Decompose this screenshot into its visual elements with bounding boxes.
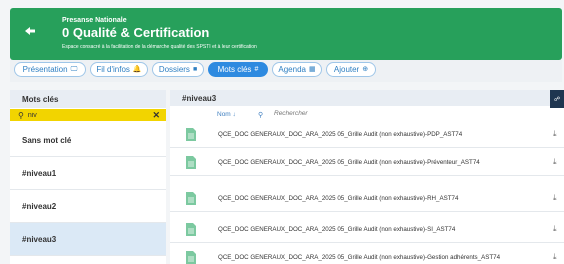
sort-search-bar: Nom ↓ ⚲ bbox=[170, 109, 564, 121]
file-row[interactable]: QCE_DOC GENERAUX_DOC_ARA_2025 05_Grille … bbox=[170, 217, 564, 243]
search-icon: ⚲ bbox=[258, 112, 264, 119]
sidebar-item-label: Sans mot clé bbox=[22, 135, 72, 145]
organization-name: Presanse Nationale bbox=[62, 17, 127, 24]
clear-search-icon[interactable]: ✕ bbox=[152, 110, 160, 121]
calendar-icon: ▦ bbox=[308, 66, 316, 73]
file-name[interactable]: QCE_DOC GENERAUX_DOC_ARA_2025 05_Grille … bbox=[218, 254, 500, 261]
tab-label: Agenda bbox=[278, 65, 306, 74]
tab-label: Ajouter bbox=[333, 65, 360, 74]
download-icon[interactable]: ⤓ bbox=[553, 193, 557, 203]
sort-by-name-button[interactable]: Nom ↓ bbox=[217, 111, 236, 118]
file-name[interactable]: QCE_DOC GENERAUX_DOC_ARA_2025 05_Grille … bbox=[218, 159, 480, 166]
plus-circle-icon: ⊕ bbox=[362, 66, 369, 73]
keyword-search-bar: ⚲ ✕ bbox=[10, 109, 166, 121]
monitor-icon: 🖵 bbox=[70, 66, 78, 73]
tab-label: Mots clés bbox=[217, 65, 252, 74]
file-row[interactable]: QCE_DOC GENERAUX_DOC_ARA_2025 05_Grille … bbox=[170, 186, 564, 212]
sidebar-title: Mots clés bbox=[10, 90, 166, 108]
link-icon[interactable]: ☍ bbox=[550, 90, 564, 108]
bell-icon: 🔔 bbox=[132, 66, 142, 73]
hash-icon: # bbox=[254, 66, 259, 73]
sidebar-item-niveau1[interactable]: #niveau1 bbox=[10, 157, 166, 190]
file-search-input[interactable] bbox=[274, 110, 394, 117]
search-icon: ⚲ bbox=[18, 110, 24, 120]
page-title: 0 Qualité & Certification bbox=[62, 25, 210, 40]
app-header: Presanse Nationale 0 Qualité & Certifica… bbox=[10, 8, 562, 60]
document-icon bbox=[186, 223, 196, 236]
tab-mots-cles[interactable]: Mots clés # bbox=[208, 62, 268, 77]
keyword-search-input[interactable] bbox=[27, 111, 153, 119]
file-name[interactable]: QCE_DOC GENERAUX_DOC_ARA_2025 05_Grille … bbox=[218, 131, 462, 138]
download-icon[interactable]: ⤓ bbox=[553, 224, 557, 234]
sidebar-item-label: #niveau3 bbox=[22, 234, 57, 244]
tab-label: Fil d'infos bbox=[96, 65, 130, 74]
file-list-panel: #niveau3 ☍ Nom ↓ ⚲ QCE_DOC GENERAUX_DOC_… bbox=[170, 90, 564, 264]
sidebar-item-label: #niveau2 bbox=[22, 201, 57, 211]
tab-fil-infos[interactable]: Fil d'infos 🔔 bbox=[90, 62, 148, 77]
tab-presentation[interactable]: Présentation 🖵 bbox=[14, 62, 86, 77]
tab-label: Dossiers bbox=[158, 65, 190, 74]
sidebar-item-sans-mot-cle[interactable]: Sans mot clé bbox=[10, 124, 166, 157]
file-row[interactable]: QCE_DOC GENERAUX_DOC_ARA_2025 05_Grille … bbox=[170, 122, 564, 148]
sidebar-item-label: #niveau1 bbox=[22, 168, 57, 178]
panel-title: #niveau3 bbox=[170, 90, 564, 106]
document-icon bbox=[186, 128, 196, 141]
file-name[interactable]: QCE_DOC GENERAUX_DOC_ARA_2025 05_Grille … bbox=[218, 195, 458, 202]
download-icon[interactable]: ⤓ bbox=[553, 157, 557, 167]
folder-icon: ■ bbox=[192, 66, 198, 73]
sidebar-item-niveau2[interactable]: #niveau2 bbox=[10, 190, 166, 223]
tab-label: Présentation bbox=[22, 65, 68, 74]
file-row[interactable]: QCE_DOC GENERAUX_DOC_ARA_2025 05_Grille … bbox=[170, 245, 564, 264]
tab-bar: Présentation 🖵 Fil d'infos 🔔 Dossiers ■ … bbox=[10, 60, 562, 82]
keywords-sidebar: Mots clés ⚲ ✕ Sans mot clé #niveau1 #niv… bbox=[10, 90, 166, 264]
document-icon bbox=[186, 251, 196, 264]
back-arrow-icon[interactable] bbox=[24, 25, 36, 37]
tab-agenda[interactable]: Agenda ▦ bbox=[272, 62, 322, 77]
tab-ajouter[interactable]: Ajouter ⊕ bbox=[326, 62, 376, 77]
document-icon bbox=[186, 156, 196, 169]
file-name[interactable]: QCE_DOC GENERAUX_DOC_ARA_2025 05_Grille … bbox=[218, 226, 455, 233]
sidebar-item-niveau3[interactable]: #niveau3 bbox=[10, 223, 166, 256]
download-icon[interactable]: ⤓ bbox=[553, 252, 557, 262]
file-row[interactable]: QCE_DOC GENERAUX_DOC_ARA_2025 05_Grille … bbox=[170, 150, 564, 176]
tab-dossiers[interactable]: Dossiers ■ bbox=[152, 62, 204, 77]
download-icon[interactable]: ⤓ bbox=[553, 129, 557, 139]
document-icon bbox=[186, 192, 196, 205]
page-subtitle: Espace consacré à la facilitation de la … bbox=[62, 44, 257, 50]
